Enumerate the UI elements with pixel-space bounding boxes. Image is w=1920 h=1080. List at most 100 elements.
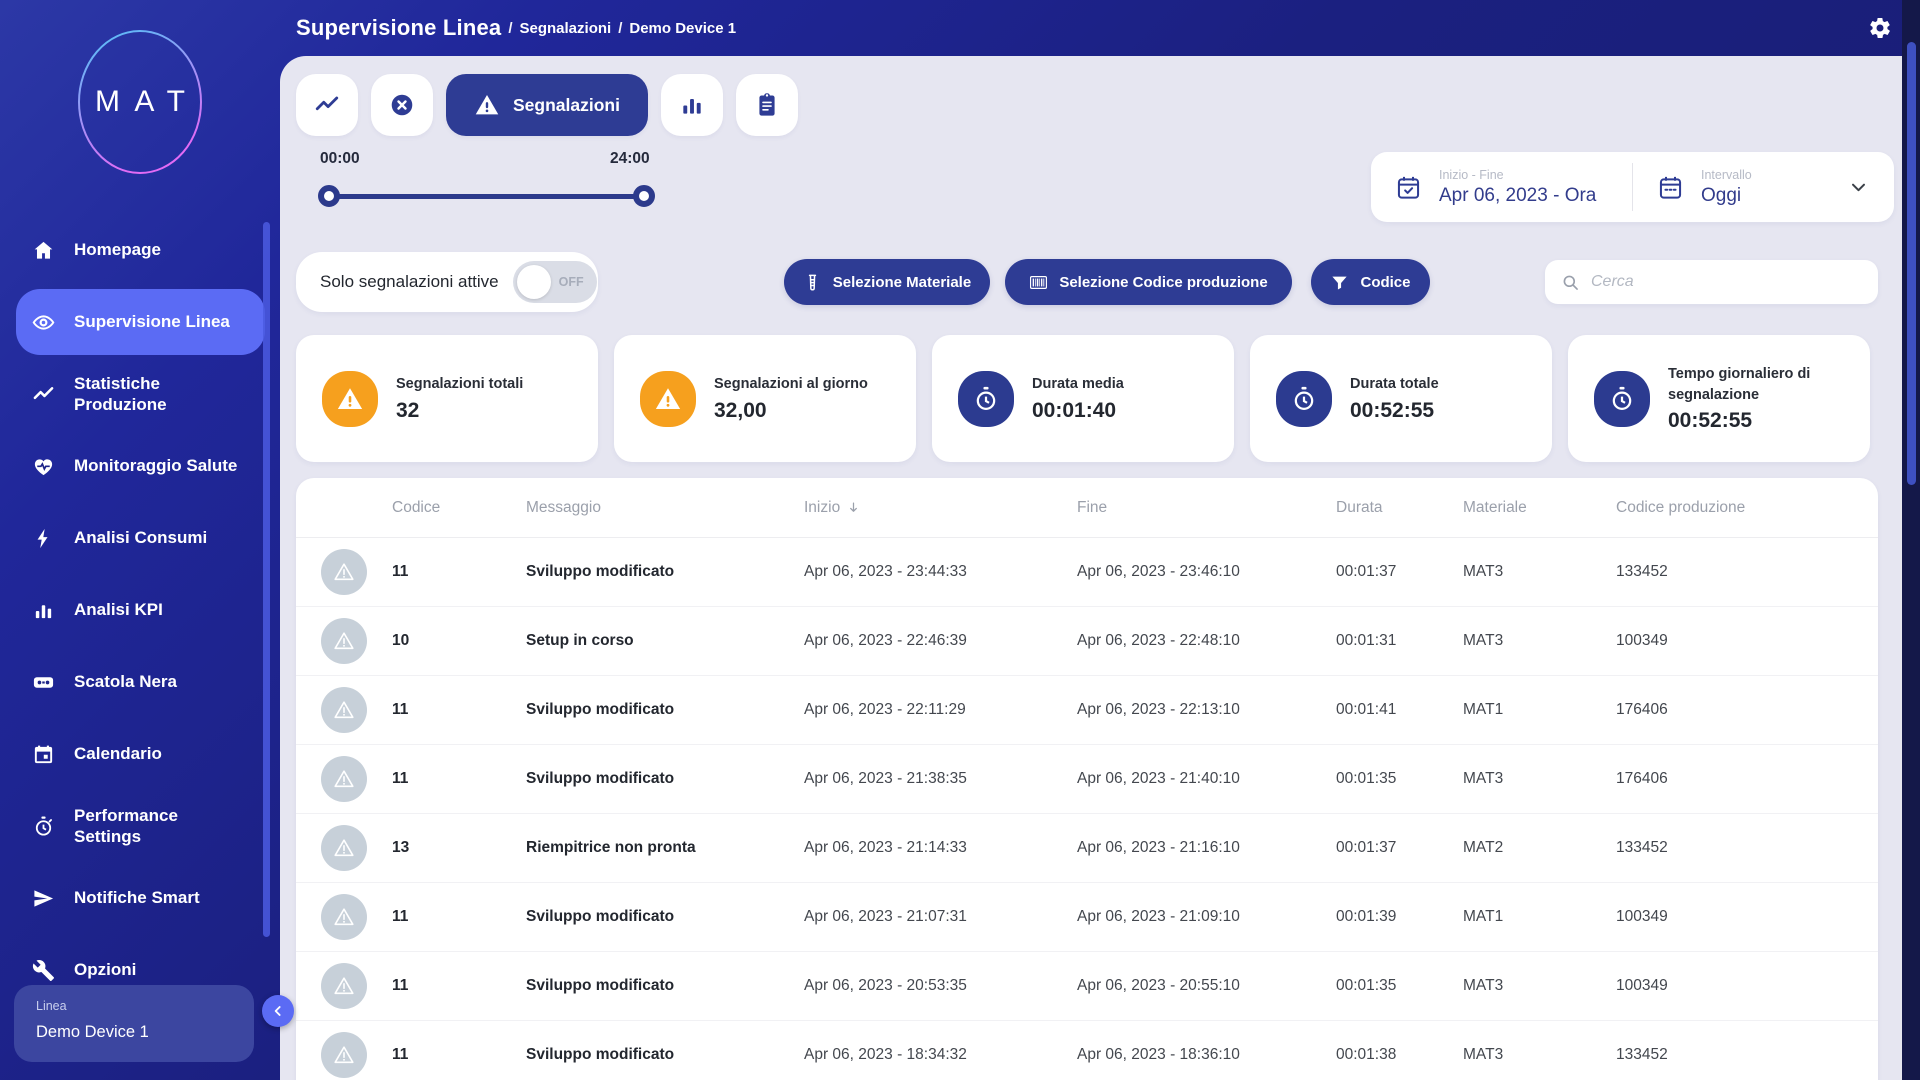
device-name: Demo Device 1 — [36, 1023, 149, 1042]
sidebar-item-homepage[interactable]: Homepage — [16, 214, 265, 286]
page-title: Supervisione Linea — [296, 15, 501, 41]
slider-handle-start[interactable] — [318, 185, 340, 207]
tab-chart-line[interactable] — [296, 74, 358, 136]
kpi-label: Segnalazioni totali — [396, 374, 523, 395]
active-only-toggle[interactable]: OFF — [513, 261, 597, 303]
cell-messaggio: Sviluppo modificato — [526, 701, 804, 719]
warning-icon — [321, 825, 367, 871]
breadcrumb: Demo Device 1 — [629, 20, 736, 37]
sidebar-item-performance-settings[interactable]: Performance Settings — [16, 790, 265, 862]
select-production-code-button[interactable]: Selezione Codice produzione — [1005, 259, 1292, 305]
kpi-cards: Segnalazioni totali 32 Segnalazioni al g… — [296, 335, 1870, 462]
button-label: Codice — [1360, 274, 1410, 291]
cell-messaggio: Sviluppo modificato — [526, 1046, 804, 1064]
timer-icon — [32, 814, 56, 838]
table-row[interactable]: 11 Sviluppo modificato Apr 06, 2023 - 21… — [296, 883, 1878, 952]
warning-icon — [640, 371, 696, 427]
sidebar-nav: Homepage Supervisione Linea Statistiche … — [0, 214, 280, 1006]
mat-logo: MAT — [0, 22, 280, 182]
warning-icon — [321, 894, 367, 940]
cell-materiale: MAT2 — [1463, 839, 1616, 857]
cell-codice: 11 — [392, 1046, 526, 1064]
alerts-table: Codice Messaggio Inizio Fine Durata Mate… — [296, 478, 1878, 1080]
warning-icon — [321, 963, 367, 1009]
cell-codice-produzione: 133452 — [1616, 563, 1878, 581]
sidebar-item-analisi-kpi[interactable]: Analisi KPI — [16, 574, 265, 646]
slider-handle-end[interactable] — [633, 185, 655, 207]
table-row[interactable]: 10 Setup in corso Apr 06, 2023 - 22:46:3… — [296, 607, 1878, 676]
breadcrumb-separator: / — [618, 20, 622, 37]
button-label: Selezione Materiale — [833, 274, 971, 291]
cell-codice-produzione: 176406 — [1616, 701, 1878, 719]
cell-durata: 00:01:38 — [1336, 1046, 1463, 1064]
settings-gear-icon[interactable] — [1868, 16, 1892, 40]
kpi-card: Segnalazioni al giorno 32,00 — [614, 335, 916, 462]
sidebar-collapse-button[interactable] — [262, 995, 294, 1027]
sort-arrow-down-icon — [846, 500, 861, 515]
app-root: Supervisione Linea / Segnalazioni / Demo… — [0, 0, 1920, 1080]
column-messaggio[interactable]: Messaggio — [526, 499, 804, 517]
sidebar-item-monitoraggio-salute[interactable]: Monitoraggio Salute — [16, 430, 265, 502]
cell-fine: Apr 06, 2023 - 23:46:10 — [1077, 563, 1336, 581]
interval-picker[interactable]: Intervallo Oggi — [1633, 152, 1894, 222]
cell-inizio: Apr 06, 2023 - 21:38:35 — [804, 770, 1077, 788]
column-fine[interactable]: Fine — [1077, 499, 1336, 517]
sidebar-scrollbar[interactable] — [263, 222, 270, 937]
cell-materiale: MAT3 — [1463, 977, 1616, 995]
tab-x-circle[interactable] — [371, 74, 433, 136]
time-range-slider[interactable] — [328, 194, 645, 199]
clipboard-icon — [754, 92, 780, 118]
page-scrollbar[interactable] — [1902, 0, 1920, 1080]
table-header: Codice Messaggio Inizio Fine Durata Mate… — [296, 478, 1878, 538]
kpi-value: 32 — [396, 399, 523, 423]
tab-bar-chart[interactable] — [661, 74, 723, 136]
cell-inizio: Apr 06, 2023 - 21:07:31 — [804, 908, 1077, 926]
cell-codice-produzione: 133452 — [1616, 1046, 1878, 1064]
search-input[interactable] — [1591, 273, 1851, 291]
chevron-down-icon — [1845, 176, 1872, 198]
cell-fine: Apr 06, 2023 - 21:40:10 — [1077, 770, 1336, 788]
tab-segnalazioni[interactable]: Segnalazioni — [446, 74, 648, 136]
interval-label: Intervallo — [1701, 168, 1752, 182]
button-label: Selezione Codice produzione — [1059, 274, 1267, 291]
table-row[interactable]: 11 Sviluppo modificato Apr 06, 2023 - 22… — [296, 676, 1878, 745]
code-filter-button[interactable]: Codice — [1311, 259, 1430, 305]
select-material-button[interactable]: Selezione Materiale — [784, 259, 990, 305]
column-durata[interactable]: Durata — [1336, 499, 1463, 517]
cell-inizio: Apr 06, 2023 - 23:44:33 — [804, 563, 1077, 581]
cell-messaggio: Sviluppo modificato — [526, 977, 804, 995]
cell-codice: 11 — [392, 977, 526, 995]
cell-materiale: MAT1 — [1463, 701, 1616, 719]
calendar-range-icon — [1633, 174, 1684, 201]
cell-durata: 00:01:41 — [1336, 701, 1463, 719]
sidebar-item-calendario[interactable]: Calendario — [16, 718, 265, 790]
date-range-picker[interactable]: Inizio - Fine Apr 06, 2023 - Ora — [1371, 152, 1632, 222]
table-row[interactable]: 11 Sviluppo modificato Apr 06, 2023 - 23… — [296, 538, 1878, 607]
table-row[interactable]: 11 Sviluppo modificato Apr 06, 2023 - 21… — [296, 745, 1878, 814]
sidebar-item-notifiche-smart[interactable]: Notifiche Smart — [16, 862, 265, 934]
table-row[interactable]: 11 Sviluppo modificato Apr 06, 2023 - 20… — [296, 952, 1878, 1021]
interval-value: Oggi — [1701, 185, 1752, 207]
sidebar-item-supervisione-linea[interactable]: Supervisione Linea — [16, 289, 265, 355]
table-row[interactable]: 13 Riempitrice non pronta Apr 06, 2023 -… — [296, 814, 1878, 883]
wrench-icon — [32, 958, 56, 982]
cell-fine: Apr 06, 2023 - 22:48:10 — [1077, 632, 1336, 650]
sidebar-item-scatola-nera[interactable]: Scatola Nera — [16, 646, 265, 718]
breadcrumb: Segnalazioni — [520, 20, 612, 37]
cell-codice: 11 — [392, 563, 526, 581]
scrollbar-thumb[interactable] — [1907, 42, 1916, 485]
column-codice-produzione[interactable]: Codice produzione — [1616, 499, 1878, 517]
cell-materiale: MAT3 — [1463, 632, 1616, 650]
cell-codice-produzione: 133452 — [1616, 839, 1878, 857]
cell-durata: 00:01:35 — [1336, 977, 1463, 995]
column-materiale[interactable]: Materiale — [1463, 499, 1616, 517]
sidebar-item-statistiche-produzione[interactable]: Statistiche Produzione — [16, 358, 265, 430]
column-codice[interactable]: Codice — [392, 499, 526, 517]
tab-clipboard[interactable] — [736, 74, 798, 136]
column-inizio[interactable]: Inizio — [804, 499, 1077, 517]
table-row[interactable]: 11 Sviluppo modificato Apr 06, 2023 - 18… — [296, 1021, 1878, 1080]
time-start-label: 00:00 — [320, 150, 360, 168]
sidebar-item-analisi-consumi[interactable]: Analisi Consumi — [16, 502, 265, 574]
warning-icon — [321, 756, 367, 802]
logo-text: MAT — [81, 85, 200, 119]
